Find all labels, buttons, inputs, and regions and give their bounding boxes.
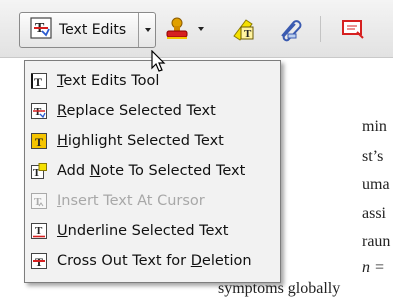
svg-text:T: T: [34, 75, 42, 89]
paperclip-icon: [281, 20, 302, 42]
menu-item-insert-text-at-cursor: T Insert Text At Cursor: [25, 186, 280, 216]
menu-item-label: Replace Selected Text: [57, 103, 216, 119]
svg-text:T: T: [35, 135, 43, 149]
highlight-text-icon: T: [31, 133, 47, 149]
text-edits-split-button[interactable]: T Text Edits: [19, 12, 156, 48]
highlight-tool-button[interactable]: T: [228, 14, 260, 44]
svg-text:T: T: [34, 196, 42, 208]
svg-text:T: T: [34, 106, 42, 118]
chevron-down-icon: [198, 27, 204, 31]
cross-out-text-icon: T: [31, 253, 47, 269]
attach-file-button[interactable]: [274, 14, 306, 44]
mouse-pointer-icon: [151, 50, 166, 72]
doc-line: min: [362, 118, 387, 135]
menu-item-underline-selected-text[interactable]: T Underline Selected Text: [25, 216, 280, 246]
chevron-down-icon: [144, 28, 151, 32]
text-edits-tool-icon: T: [31, 73, 47, 89]
text-edits-button[interactable]: T Text Edits: [20, 13, 138, 47]
doc-line: n =: [362, 259, 385, 276]
svg-text:T: T: [244, 28, 252, 40]
insert-text-icon: T: [31, 193, 47, 209]
doc-line: raun: [362, 233, 391, 250]
menu-item-label: Text Edits Tool: [57, 73, 160, 89]
underline-text-icon: T: [31, 223, 47, 239]
text-edits-menu: T Text Edits Tool T Replace Selected Tex…: [24, 60, 281, 283]
drawing-markup-button[interactable]: [336, 14, 372, 44]
menu-item-label: Add Note To Selected Text: [57, 163, 246, 179]
add-note-icon: T: [31, 163, 47, 179]
comment-toolbar: T Text Edits T: [0, 0, 393, 58]
menu-item-label: Underline Selected Text: [57, 223, 229, 239]
toolbar-separator: [320, 16, 321, 42]
doc-line: st’s: [362, 148, 384, 165]
text-edits-label: Text Edits: [59, 22, 127, 38]
text-edits-dropdown-toggle[interactable]: [138, 13, 156, 47]
text-edits-icon: T: [30, 17, 52, 43]
doc-line: assi: [362, 205, 386, 222]
stamp-icon: [166, 17, 188, 39]
menu-item-add-note[interactable]: T Add Note To Selected Text: [25, 156, 280, 186]
menu-item-label: Highlight Selected Text: [57, 133, 224, 149]
menu-item-replace-selected-text[interactable]: T Replace Selected Text: [25, 96, 280, 126]
rectangle-markup-icon: [342, 20, 364, 39]
menu-item-label: Insert Text At Cursor: [57, 193, 205, 209]
replace-text-icon: T: [31, 103, 47, 119]
highlighter-icon: T: [233, 19, 254, 41]
doc-line: uma: [362, 176, 390, 193]
menu-item-label: Cross Out Text for Deletion: [57, 253, 252, 269]
menu-item-highlight-selected-text[interactable]: T Highlight Selected Text: [25, 126, 280, 156]
svg-text:T: T: [35, 225, 43, 237]
menu-item-cross-out-text[interactable]: T Cross Out Text for Deletion: [25, 246, 280, 276]
stamp-tool-button[interactable]: [164, 14, 204, 44]
